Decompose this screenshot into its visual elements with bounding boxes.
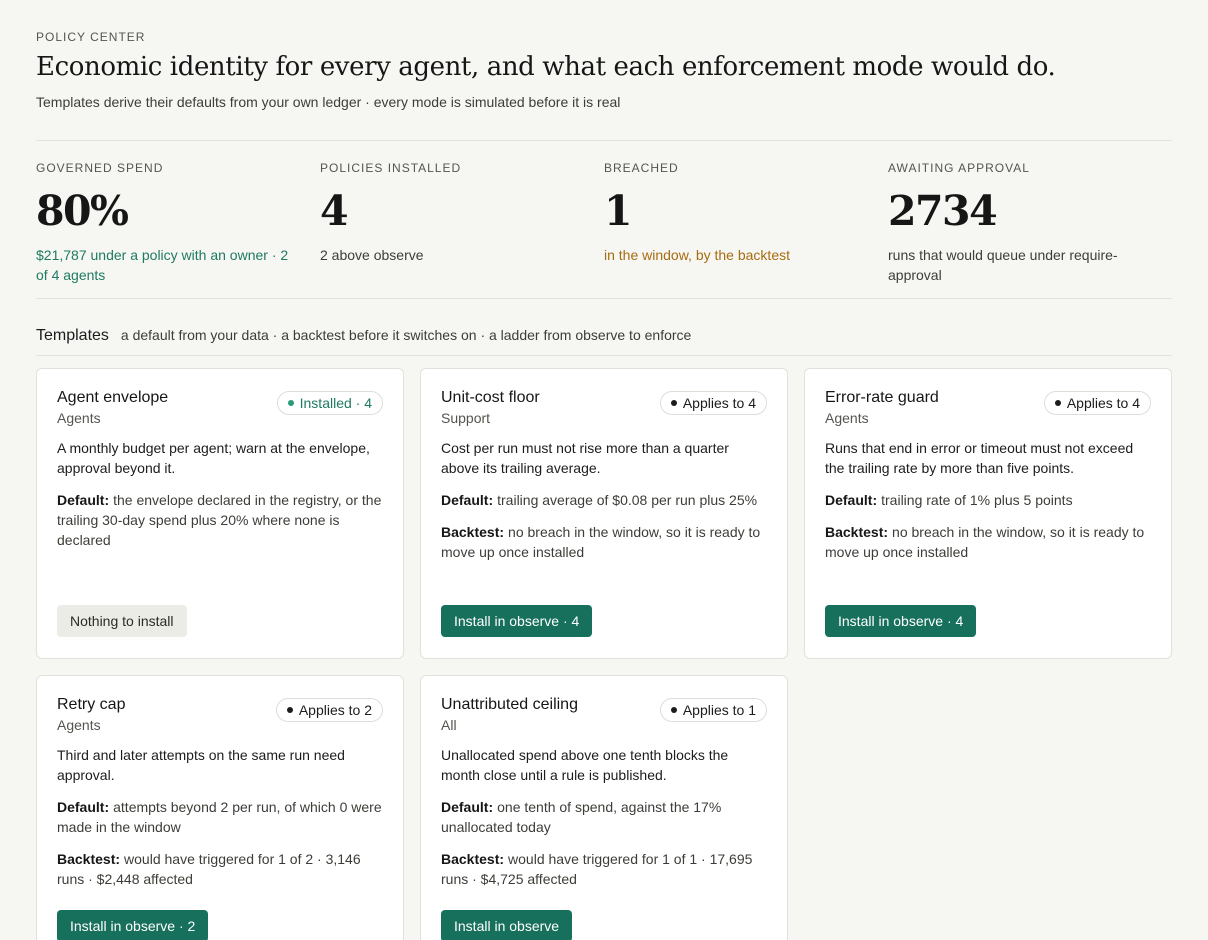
card-backtest: Backtest: would have triggered for 1 of 1… — [441, 849, 767, 889]
default-value: trailing rate of 1% plus 5 points — [881, 492, 1073, 508]
card-description: Third and later attempts on the same run… — [57, 747, 345, 783]
stat-value: 2734 — [888, 187, 998, 235]
stat-label: BREACHED — [604, 161, 679, 175]
templates-title: Templates — [36, 327, 109, 344]
page-title: Economic identity for every agent, and w… — [36, 52, 1056, 82]
status-badge: Applies to 4 — [1043, 391, 1151, 415]
template-card-error-rate-guard: Error-rate guard Agents Applies to 4 Run… — [804, 368, 1172, 659]
page-subtitle: Templates derive their defaults from you… — [36, 94, 621, 110]
card-backtest: Backtest: would have triggered for 1 of 2… — [57, 849, 383, 889]
card-description: Cost per run must not rise more than a q… — [441, 440, 729, 476]
stat-breached: BREACHED 1 in the window, by the backtes… — [604, 161, 888, 285]
card-description: A monthly budget per agent; warn at the … — [57, 440, 370, 476]
stat-note: runs that would queue under require-appr… — [888, 247, 1118, 283]
template-card-unattributed-ceiling: Unattributed ceiling All Applies to 1 Un… — [420, 675, 788, 940]
card-default: Default: attempts beyond 2 per run, of wh… — [57, 797, 383, 837]
default-key: Default: — [57, 492, 110, 508]
backtest-key: Backtest: — [441, 851, 505, 867]
stat-policies-installed: POLICIES INSTALLED 4 2 above observe — [320, 161, 604, 285]
badge-label: Installed · 4 — [299, 395, 372, 411]
backtest-key: Backtest: — [57, 851, 121, 867]
templates-header: Templates a default from your data · a b… — [36, 327, 691, 345]
divider — [36, 298, 1172, 299]
stats-row: GOVERNED SPEND 80% $21,787 under a polic… — [36, 161, 1172, 285]
status-dot-icon — [287, 400, 294, 406]
badge-label: Applies to 4 — [682, 395, 756, 411]
divider — [36, 140, 1172, 141]
card-default: Default: trailing rate of 1% plus 5 point… — [825, 490, 1151, 510]
stat-label: POLICIES INSTALLED — [320, 161, 462, 175]
badge-label: Applies to 4 — [1066, 395, 1140, 411]
status-dot-icon — [670, 707, 677, 713]
card-description: Unallocated spend above one tenth blocks… — [441, 747, 729, 783]
stat-governed-spend: GOVERNED SPEND 80% $21,787 under a polic… — [36, 161, 320, 285]
backtest-key: Backtest: — [441, 524, 505, 540]
status-dot-icon — [1054, 400, 1061, 406]
stat-label: AWAITING APPROVAL — [888, 161, 1030, 175]
status-badge: Applies to 4 — [659, 391, 767, 415]
nothing-to-install-button[interactable]: Nothing to install — [57, 605, 187, 637]
install-in-observe-button[interactable]: Install in observe — [441, 910, 573, 940]
backtest-key: Backtest: — [825, 524, 889, 540]
card-default: Default: one tenth of spend, against the … — [441, 797, 767, 837]
card-backtest: Backtest: no breach in the window, so it … — [825, 522, 1151, 562]
stat-note: $21,787 under a policy with an owner · 2… — [36, 247, 289, 283]
stat-value: 80% — [36, 187, 129, 235]
default-key: Default: — [441, 799, 494, 815]
card-description: Runs that end in error or timeout must n… — [825, 440, 1134, 476]
template-card-agent-envelope: Agent envelope Agents Installed · 4 A mo… — [36, 368, 404, 659]
stat-value: 4 — [320, 187, 349, 235]
default-key: Default: — [57, 799, 110, 815]
eyebrow: POLICY CENTER — [36, 30, 146, 44]
status-dot-icon — [286, 707, 293, 713]
badge-label: Applies to 1 — [682, 702, 756, 718]
status-badge: Applies to 2 — [275, 698, 383, 722]
default-value: trailing average of $0.08 per run plus 2… — [497, 492, 758, 508]
stat-label: GOVERNED SPEND — [36, 161, 164, 175]
template-card-retry-cap: Retry cap Agents Applies to 2 Third and … — [36, 675, 404, 940]
templates-subtitle: a default from your data · a backtest be… — [120, 327, 692, 343]
stat-awaiting-approval: AWAITING APPROVAL 2734 runs that would q… — [888, 161, 1172, 285]
status-dot-icon — [670, 400, 677, 406]
install-in-observe-button[interactable]: Install in observe · 4 — [825, 605, 977, 637]
status-badge: Applies to 1 — [659, 698, 767, 722]
stat-value: 1 — [604, 187, 633, 235]
install-in-observe-button[interactable]: Install in observe · 4 — [441, 605, 593, 637]
install-in-observe-button[interactable]: Install in observe · 2 — [57, 910, 209, 940]
default-key: Default: — [441, 492, 494, 508]
stat-note: in the window, by the backtest — [604, 247, 790, 263]
card-backtest: Backtest: no breach in the window, so it … — [441, 522, 767, 562]
badge-label: Applies to 2 — [298, 702, 372, 718]
default-key: Default: — [825, 492, 878, 508]
card-default: Default: trailing average of $0.08 per ru… — [441, 490, 767, 510]
divider — [36, 355, 1172, 356]
status-badge: Installed · 4 — [276, 391, 383, 415]
stat-note: 2 above observe — [320, 247, 424, 263]
card-default: Default: the envelope declared in the reg… — [57, 490, 383, 550]
template-card-unit-cost-floor: Unit-cost floor Support Applies to 4 Cos… — [420, 368, 788, 659]
